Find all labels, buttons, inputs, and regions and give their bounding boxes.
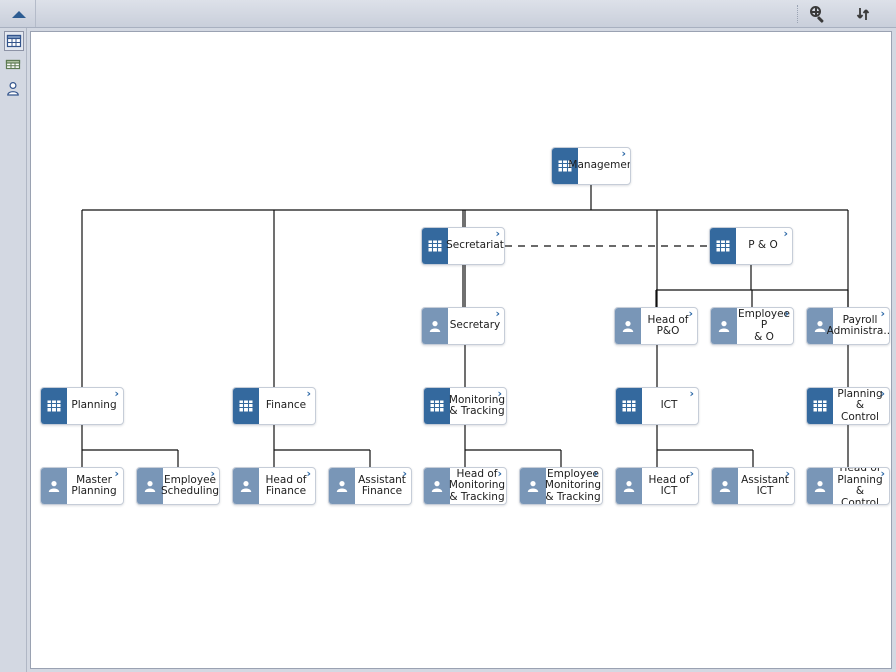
org-node-label: Planning & Control — [837, 387, 883, 423]
org-node-label: ICT — [660, 399, 678, 412]
left-sidebar — [0, 28, 27, 672]
org-node-asst-ict[interactable]: Assistant ICT › — [711, 467, 795, 505]
org-node-label: Head of Monitoring & Tracking — [448, 467, 506, 503]
expand-chevron-icon[interactable]: › — [689, 388, 694, 399]
org-node-label: Head of Finance — [265, 473, 307, 497]
org-node-label: Assistant ICT — [741, 473, 789, 497]
employee-person-icon — [329, 468, 355, 504]
org-node-finance[interactable]: Finance › — [232, 387, 316, 425]
org-node-label: Secretary — [449, 319, 501, 332]
org-node-label: Monitoring & Tracking — [448, 393, 506, 417]
employee-person-icon — [807, 468, 833, 504]
expand-chevron-icon[interactable]: › — [880, 388, 885, 399]
chart-canvas-frame[interactable]: Management › Secretariat › P & O › Secretary › H… — [30, 31, 892, 669]
org-node-master-plan[interactable]: Master Planning › — [40, 467, 124, 505]
expand-chevron-icon[interactable]: › — [210, 468, 215, 479]
org-node-secretary[interactable]: Secretary › — [421, 307, 505, 345]
org-chart-canvas: Management › Secretariat › P & O › Secretary › H… — [31, 32, 891, 668]
org-node-monitoring[interactable]: Monitoring & Tracking › — [423, 387, 507, 425]
list-table-icon — [5, 59, 21, 70]
employee-person-icon — [615, 308, 641, 344]
employee-person-icon — [616, 468, 642, 504]
application-window: Management › Secretariat › P & O › Secretary › H… — [0, 0, 896, 672]
department-grid-icon — [41, 388, 67, 424]
department-grid-icon — [616, 388, 642, 424]
swap-arrows-icon — [856, 8, 870, 20]
org-node-label: Payroll Administra... — [826, 313, 890, 337]
expand-chevron-icon[interactable]: › — [114, 388, 119, 399]
org-node-employee-po[interactable]: Employee P & O › — [710, 307, 794, 345]
org-node-label: Employee Monitoring & Tracking — [544, 467, 602, 503]
expand-chevron-icon[interactable]: › — [688, 308, 693, 319]
toolbar-collapse-group — [0, 0, 36, 27]
department-grid-icon — [422, 228, 448, 264]
org-node-label: Assistant Finance — [358, 473, 406, 497]
employee-person-icon — [41, 468, 67, 504]
person-icon — [7, 81, 19, 96]
sidebar-item-table-view[interactable] — [4, 55, 24, 75]
org-node-label: Head of Planning & Control — [837, 467, 883, 505]
org-node-pc[interactable]: Planning & Control › — [806, 387, 890, 425]
expand-chevron-icon[interactable]: › — [495, 228, 500, 239]
org-node-label: Secretariat — [446, 239, 504, 252]
expand-chevron-icon[interactable]: › — [880, 468, 885, 479]
org-node-head-po[interactable]: Head of P&O › — [614, 307, 698, 345]
employee-person-icon — [424, 468, 450, 504]
top-toolbar — [0, 0, 896, 28]
expand-chevron-icon[interactable]: › — [593, 468, 598, 479]
expand-chevron-icon[interactable]: › — [497, 468, 502, 479]
expand-chevron-icon[interactable]: › — [114, 468, 119, 479]
org-node-label: Master Planning — [71, 473, 117, 497]
org-node-planning[interactable]: Planning › — [40, 387, 124, 425]
org-node-asst-fin[interactable]: Assistant Finance › — [328, 467, 412, 505]
org-node-payroll[interactable]: Payroll Administra... › — [806, 307, 890, 345]
department-grid-icon — [710, 228, 736, 264]
expand-chevron-icon[interactable]: › — [306, 468, 311, 479]
employee-person-icon — [422, 308, 448, 344]
connector-layer — [81, 185, 849, 467]
department-grid-icon — [233, 388, 259, 424]
expand-chevron-icon[interactable]: › — [783, 228, 788, 239]
department-grid-icon — [424, 388, 450, 424]
toolbar-separator — [797, 5, 798, 23]
employee-person-icon — [711, 308, 737, 344]
org-node-label: Employee P & O — [738, 307, 791, 343]
org-node-label: P & O — [748, 239, 778, 252]
org-node-label: Planning — [71, 399, 117, 412]
employee-person-icon — [233, 468, 259, 504]
grid-table-icon — [6, 34, 22, 48]
expand-chevron-icon[interactable]: › — [689, 468, 694, 479]
expand-chevron-icon[interactable]: › — [784, 308, 789, 319]
org-node-label: Head of ICT — [648, 473, 690, 497]
expand-chevron-icon[interactable]: › — [495, 308, 500, 319]
sidebar-item-people-view[interactable] — [4, 80, 24, 100]
expand-chevron-icon[interactable]: › — [621, 148, 626, 159]
employee-person-icon — [712, 468, 738, 504]
org-node-head-mon[interactable]: Head of Monitoring & Tracking › — [423, 467, 507, 505]
expand-chevron-icon[interactable]: › — [880, 308, 885, 319]
org-node-head-fin[interactable]: Head of Finance › — [232, 467, 316, 505]
swap-button[interactable] — [853, 4, 875, 24]
employee-person-icon — [520, 468, 546, 504]
expand-chevron-icon[interactable]: › — [785, 468, 790, 479]
department-grid-icon — [807, 388, 833, 424]
org-node-management[interactable]: Management › — [551, 147, 631, 185]
org-node-secretariat[interactable]: Secretariat › — [421, 227, 505, 265]
org-node-po[interactable]: P & O › — [709, 227, 793, 265]
org-node-ict[interactable]: ICT › — [615, 387, 699, 425]
expand-chevron-icon[interactable]: › — [497, 388, 502, 399]
org-node-label: Employee Scheduling — [160, 473, 220, 497]
org-node-head-ict[interactable]: Head of ICT › — [615, 467, 699, 505]
expand-chevron-icon[interactable]: › — [306, 388, 311, 399]
zoom-button[interactable] — [807, 4, 829, 24]
collapse-up-icon[interactable] — [12, 11, 26, 18]
expand-chevron-icon[interactable]: › — [402, 468, 407, 479]
sidebar-item-grid-view[interactable] — [4, 31, 24, 51]
org-node-head-pc[interactable]: Head of Planning & Control › — [806, 467, 890, 505]
org-node-emp-mon[interactable]: Employee Monitoring & Tracking › — [519, 467, 603, 505]
org-node-emp-sched[interactable]: Employee Scheduling › — [136, 467, 220, 505]
employee-person-icon — [137, 468, 163, 504]
org-node-label: Head of P&O — [647, 313, 689, 337]
org-node-label: Finance — [265, 399, 307, 412]
